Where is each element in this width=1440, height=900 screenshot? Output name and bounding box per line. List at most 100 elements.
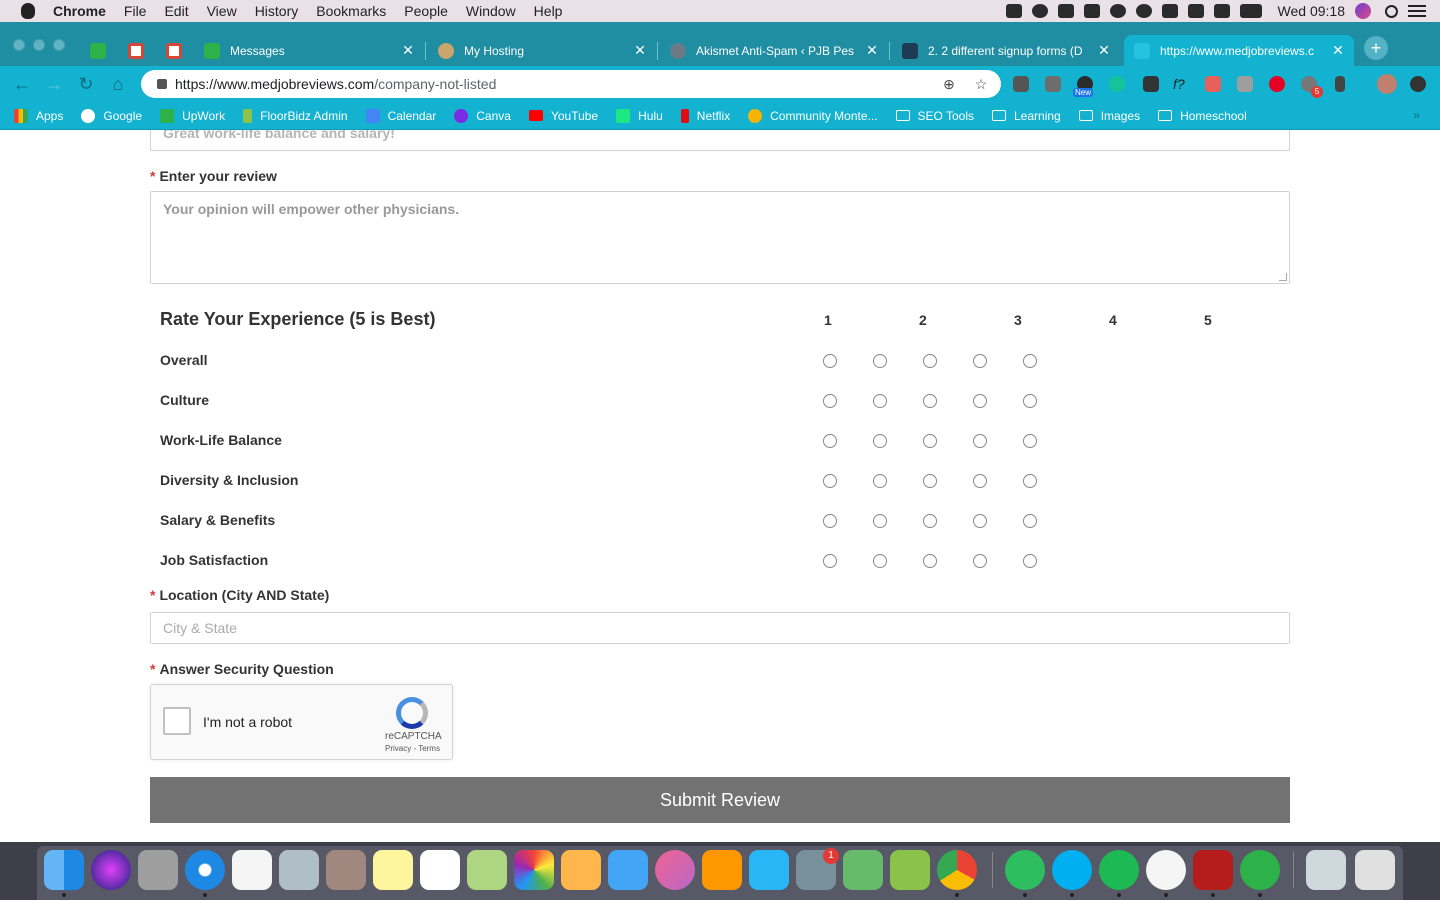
rating-radio-culture-3[interactable] — [923, 394, 937, 408]
spotify-icon[interactable] — [1099, 850, 1139, 890]
notification-center-icon[interactable] — [1408, 5, 1426, 17]
review-textarea[interactable]: Your opinion will empower other physicia… — [150, 191, 1290, 284]
rating-radio-diversity-inclusion-2[interactable] — [873, 474, 887, 488]
finder-icon[interactable] — [44, 850, 84, 890]
rating-radio-culture-1[interactable] — [823, 394, 837, 408]
bookmark-floorbidz[interactable]: FloorBidz Admin — [243, 108, 348, 123]
rating-radio-salary-benefits-4[interactable] — [973, 514, 987, 528]
maps-icon[interactable] — [467, 850, 507, 890]
menu-clock[interactable]: Wed 09:18 — [1278, 3, 1345, 19]
rating-radio-work-life-balance-5[interactable] — [1023, 434, 1037, 448]
rating-radio-overall-2[interactable] — [873, 354, 887, 368]
lock-icon[interactable] — [157, 79, 167, 89]
window-zoom-button[interactable] — [53, 39, 65, 51]
rating-radio-salary-benefits-5[interactable] — [1023, 514, 1037, 528]
bookmark-folder-homeschool[interactable]: Homeschool — [1158, 109, 1247, 123]
window-close-button[interactable] — [13, 39, 25, 51]
submit-review-button[interactable]: Submit Review — [150, 777, 1290, 823]
preview-icon[interactable] — [279, 850, 319, 890]
upwork-icon[interactable] — [1240, 850, 1280, 890]
bookmark-netflix[interactable]: Netflix — [680, 108, 730, 123]
dropbox-status-icon[interactable] — [1005, 4, 1022, 18]
rating-radio-job-satisfaction-4[interactable] — [973, 554, 987, 568]
review-headline-input[interactable]: Great work-life balance and salary! — [150, 130, 1290, 151]
wifi-icon[interactable] — [1187, 4, 1204, 18]
update-icon[interactable] — [1410, 76, 1426, 92]
hubspot-extension-icon[interactable] — [1237, 76, 1253, 92]
home-icon[interactable]: ⌂ — [108, 74, 128, 94]
tab-messages[interactable]: Messages ✕ — [194, 35, 424, 66]
creative-cloud-status-icon[interactable] — [1135, 4, 1152, 18]
downloads-stack-icon[interactable] — [1306, 850, 1346, 890]
recaptcha-checkbox[interactable] — [163, 707, 191, 735]
keynote-icon[interactable] — [608, 850, 648, 890]
cloud-upload-icon[interactable] — [1161, 4, 1178, 18]
bookmark-hulu[interactable]: Hulu — [616, 108, 663, 123]
bookmark-folder-images[interactable]: Images — [1078, 109, 1140, 123]
rating-radio-salary-benefits-1[interactable] — [823, 514, 837, 528]
profile-avatar[interactable] — [1377, 74, 1397, 94]
bookmark-youtube[interactable]: YouTube — [528, 109, 598, 123]
bookmark-apps[interactable]: Apps — [14, 108, 63, 123]
rating-radio-overall-1[interactable] — [823, 354, 837, 368]
launchpad-icon[interactable] — [138, 850, 178, 890]
new-tab-button[interactable]: + — [1364, 36, 1388, 60]
menu-edit[interactable]: Edit — [164, 3, 188, 19]
bookmark-canva[interactable]: Canva — [454, 108, 511, 123]
tab-close-icon[interactable]: ✕ — [632, 42, 648, 59]
forward-arrow-icon[interactable]: → — [44, 74, 64, 94]
tab-gmail-pinned-2[interactable] — [156, 35, 192, 66]
eject-icon[interactable] — [1213, 4, 1230, 18]
battery-icon[interactable] — [1239, 4, 1262, 18]
bookmark-folder-seo-tools[interactable]: SEO Tools — [895, 109, 974, 123]
pinterest-extension-icon[interactable] — [1269, 76, 1285, 92]
photos-icon[interactable] — [514, 850, 554, 890]
rating-radio-work-life-balance-4[interactable] — [973, 434, 987, 448]
rating-radio-job-satisfaction-1[interactable] — [823, 554, 837, 568]
menu-file[interactable]: File — [124, 3, 147, 19]
rating-radio-overall-5[interactable] — [1023, 354, 1037, 368]
tab-signup-forms[interactable]: 2. 2 different signup forms (D ✕ — [892, 35, 1120, 66]
upwork-status-icon[interactable] — [1031, 4, 1048, 18]
rating-radio-diversity-inclusion-1[interactable] — [823, 474, 837, 488]
menu-bookmarks[interactable]: Bookmarks — [316, 3, 386, 19]
rating-radio-overall-4[interactable] — [973, 354, 987, 368]
rating-radio-diversity-inclusion-5[interactable] — [1023, 474, 1037, 488]
rating-radio-work-life-balance-2[interactable] — [873, 434, 887, 448]
evernote-icon[interactable] — [1005, 850, 1045, 890]
rating-radio-culture-2[interactable] — [873, 394, 887, 408]
rating-radio-culture-5[interactable] — [1023, 394, 1037, 408]
pages-icon[interactable] — [561, 850, 601, 890]
tab-gmail-pinned-1[interactable] — [118, 35, 154, 66]
apple-menu-icon[interactable] — [21, 3, 35, 19]
adobe-status-icon[interactable] — [1083, 4, 1100, 18]
itunes-icon[interactable] — [655, 850, 695, 890]
trash-icon[interactable] — [1355, 850, 1395, 890]
tab-medjobreviews-active[interactable]: https://www.medjobreviews.c ✕ — [1124, 35, 1354, 66]
rating-radio-job-satisfaction-5[interactable] — [1023, 554, 1037, 568]
menu-window[interactable]: Window — [466, 3, 516, 19]
resize-handle-icon[interactable] — [1279, 273, 1287, 281]
rating-radio-overall-3[interactable] — [923, 354, 937, 368]
tab-my-hosting[interactable]: My Hosting ✕ — [428, 35, 656, 66]
bookmark-calendar[interactable]: Calendar — [365, 108, 436, 123]
address-bar[interactable]: https://www.medjobreviews.com/company-no… — [141, 70, 1001, 98]
rating-radio-work-life-balance-1[interactable] — [823, 434, 837, 448]
bookmark-star-icon[interactable]: ☆ — [973, 76, 989, 92]
camera-extension-icon[interactable] — [1013, 76, 1029, 92]
tab-upwork-pinned[interactable] — [80, 35, 116, 66]
books-icon[interactable] — [702, 850, 742, 890]
menu-help[interactable]: Help — [534, 3, 563, 19]
contacts-icon[interactable] — [326, 850, 366, 890]
rating-radio-culture-4[interactable] — [973, 394, 987, 408]
phone-extension-icon[interactable] — [1335, 76, 1345, 92]
menu-app-name[interactable]: Chrome — [53, 3, 106, 19]
rating-radio-salary-benefits-3[interactable] — [923, 514, 937, 528]
rating-radio-salary-benefits-2[interactable] — [873, 514, 887, 528]
notes-icon[interactable] — [373, 850, 413, 890]
rating-radio-diversity-inclusion-4[interactable] — [973, 474, 987, 488]
spotlight-search-icon[interactable] — [1385, 4, 1398, 18]
eyedropper-extension-icon[interactable] — [1143, 76, 1159, 92]
bookmark-upwork[interactable]: UpWork — [160, 108, 225, 123]
safari-icon[interactable] — [185, 850, 225, 890]
